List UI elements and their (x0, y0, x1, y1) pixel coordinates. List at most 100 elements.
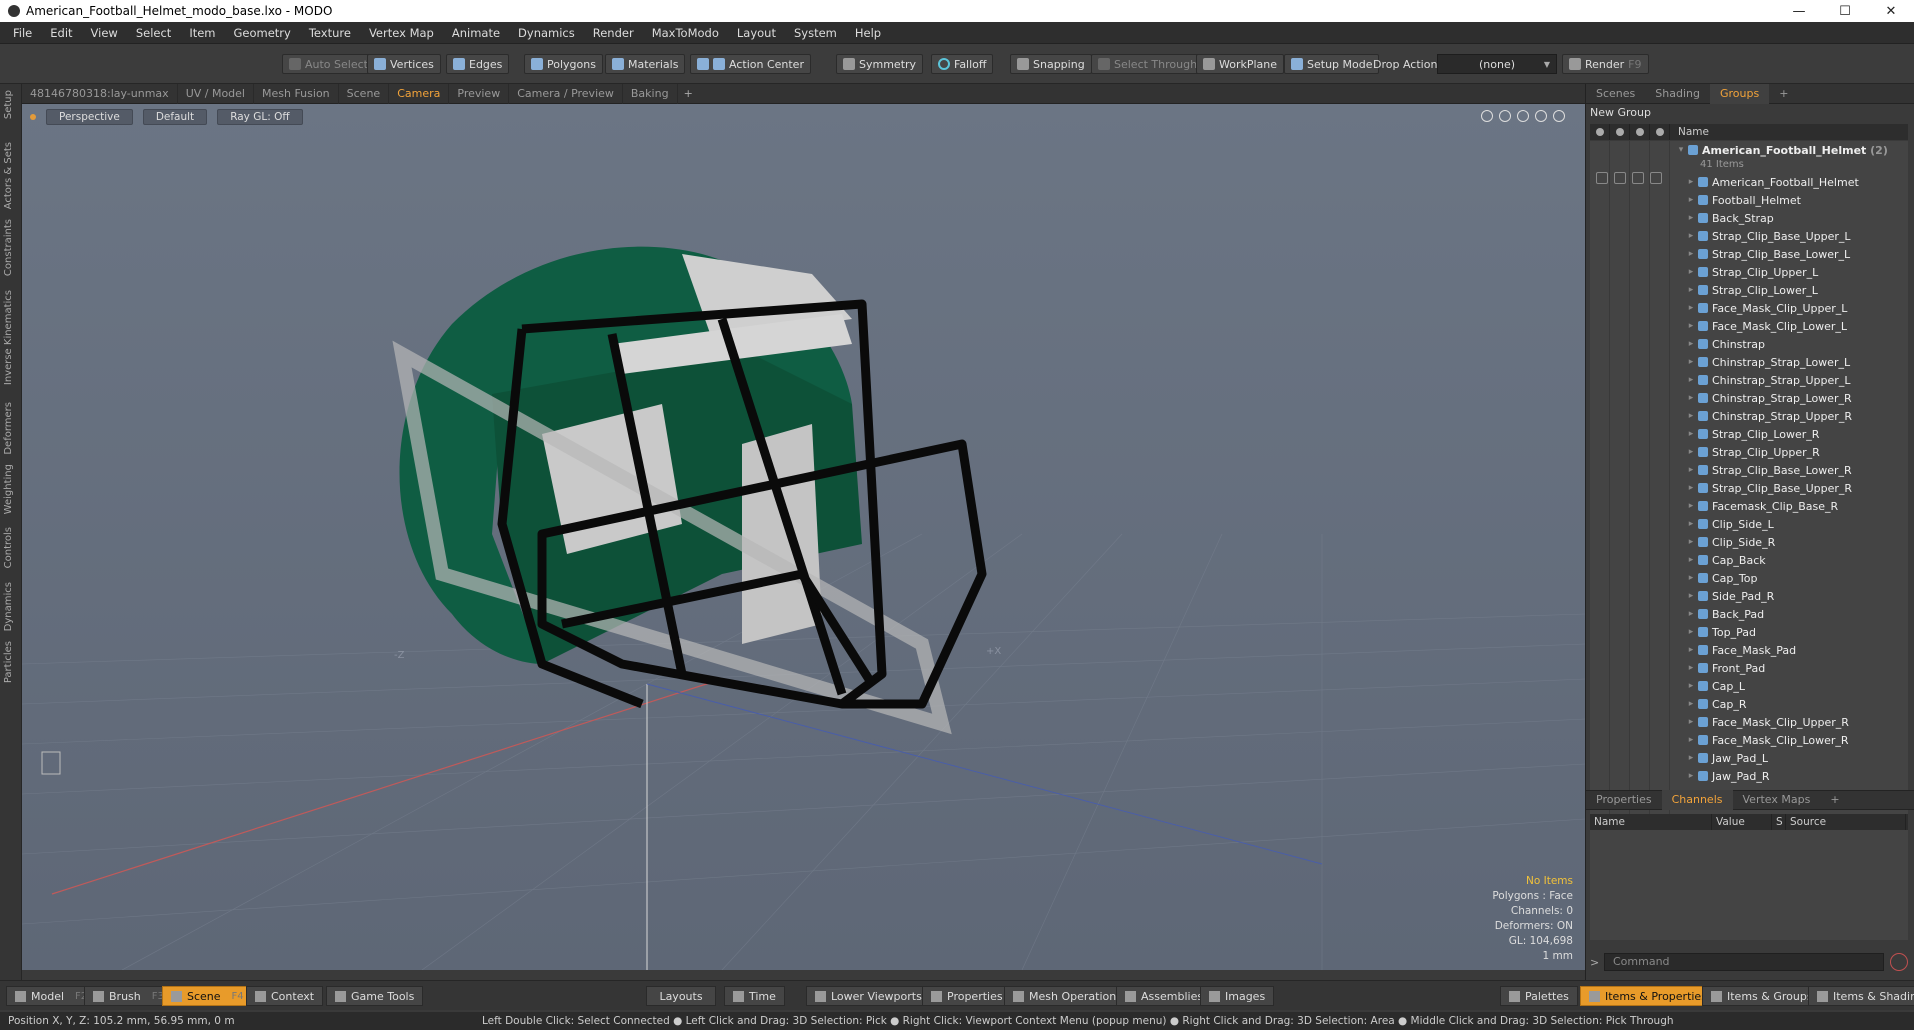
collapse-icon[interactable]: ▾ (1674, 145, 1688, 155)
expand-icon[interactable]: ▸ (1684, 573, 1698, 583)
expand-icon[interactable]: ▸ (1684, 609, 1698, 619)
group-item-row[interactable]: ▸ Chinstrap_Strap_Upper_L (1684, 371, 1851, 389)
group-item-row[interactable]: ▸ American_Football_Helmet (1684, 173, 1859, 191)
add-tab-button[interactable]: + (678, 87, 699, 100)
group-item-row[interactable]: ▸ Strap_Clip_Base_Lower_R (1684, 461, 1852, 479)
group-item-row[interactable]: ▸ Clip_Side_L (1684, 515, 1774, 533)
lock-col[interactable] (1630, 124, 1650, 140)
group-item-row[interactable]: ▸ Facemask_Clip_Base_R (1684, 497, 1838, 515)
snapping-button[interactable]: Snapping (1010, 54, 1092, 74)
tab-groups[interactable]: Groups (1709, 83, 1770, 104)
group-item-row[interactable]: ▸ Face_Mask_Pad (1684, 641, 1796, 659)
tab-properties[interactable]: Properties (1586, 790, 1662, 810)
select-col[interactable] (1650, 124, 1670, 140)
expand-icon[interactable]: ▸ (1684, 555, 1698, 565)
game-tools-button[interactable]: Game Tools (326, 986, 424, 1006)
expand-icon[interactable]: ▸ (1684, 267, 1698, 277)
group-item-row[interactable]: ▸ Face_Mask_Clip_Upper_R (1684, 713, 1849, 731)
expand-icon[interactable]: ▸ (1684, 519, 1698, 529)
zoom-icon[interactable] (1517, 110, 1529, 122)
group-item-row[interactable]: ▸ Chinstrap_Strap_Upper_R (1684, 407, 1852, 425)
items-groups-button[interactable]: Items & Groups (1702, 986, 1822, 1006)
expand-icon[interactable]: ▸ (1684, 231, 1698, 241)
group-item-row[interactable]: ▸ Strap_Clip_Base_Upper_R (1684, 479, 1852, 497)
tab-shading[interactable]: Shading (1645, 84, 1710, 104)
fit-icon[interactable] (1535, 110, 1547, 122)
action-center-button[interactable]: Action Center (690, 54, 811, 74)
group-item-row[interactable]: ▸ Cap_L (1684, 677, 1745, 695)
group-item-row[interactable]: ▸ Jaw_Pad_L (1684, 749, 1768, 767)
tab-inverse-kinematics[interactable]: Inverse Kinematics (3, 290, 14, 385)
group-item-row[interactable]: ▸ Strap_Clip_Upper_L (1684, 263, 1819, 281)
group-item-row[interactable]: ▸ Football_Helmet (1684, 191, 1801, 209)
group-item-row[interactable]: ▸ Face_Mask_Clip_Upper_L (1684, 299, 1848, 317)
menu-file[interactable]: File (4, 26, 41, 40)
maximize-button[interactable]: ☐ (1822, 0, 1868, 22)
group-item-row[interactable]: ▸ Clip_Side_R (1684, 533, 1775, 551)
assemblies-button[interactable]: Assemblies (1116, 986, 1213, 1006)
tab-channels[interactable]: Channels (1661, 790, 1733, 810)
brush-layout-button[interactable]: Brush F3 (84, 986, 173, 1006)
tab-uv-model[interactable]: UV / Model (178, 83, 254, 104)
symmetry-button[interactable]: Symmetry (836, 54, 924, 74)
group-item-row[interactable]: ▸ Strap_Clip_Lower_R (1684, 425, 1820, 443)
menu-help[interactable]: Help (846, 26, 890, 40)
group-item-row[interactable]: ▸ Jaw_Pad_R (1684, 767, 1770, 785)
group-item-row[interactable]: ▸ Cap_Top (1684, 569, 1758, 587)
group-item-row[interactable]: ▸ Strap_Clip_Base_Upper_L (1684, 227, 1851, 245)
tab-scene[interactable]: Scene (339, 83, 390, 104)
3d-viewport[interactable]: Perspective Default Ray GL: Off -Z +X No… (22, 104, 1585, 970)
expand-icon[interactable]: ▸ (1684, 393, 1698, 403)
expand-icon[interactable]: ▸ (1684, 771, 1698, 781)
tab-weighting[interactable]: Weighting (3, 464, 14, 514)
expand-icon[interactable]: ▸ (1684, 357, 1698, 367)
group-item-row[interactable]: ▸ Face_Mask_Clip_Lower_R (1684, 731, 1849, 749)
viewport-settings-icon[interactable] (1553, 110, 1565, 122)
perspective-dropdown[interactable]: Perspective (46, 109, 133, 125)
expand-icon[interactable]: ▸ (1684, 591, 1698, 601)
tab-actors-sets[interactable]: Actors & Sets (3, 142, 14, 209)
render-col[interactable] (1610, 124, 1630, 140)
expand-icon[interactable]: ▸ (1684, 303, 1698, 313)
expand-icon[interactable]: ▸ (1684, 735, 1698, 745)
items-shading-button[interactable]: Items & Shading (1808, 986, 1914, 1006)
pan-icon[interactable] (1481, 110, 1493, 122)
menu-item[interactable]: Item (180, 26, 224, 40)
group-item-row[interactable]: ▸ Strap_Clip_Lower_L (1684, 281, 1818, 299)
auto-select-button[interactable]: Auto Select (282, 54, 375, 74)
polygons-button[interactable]: Polygons (524, 54, 603, 74)
drop-action-select[interactable]: (none) ▼ (1437, 54, 1557, 74)
time-button[interactable]: Time (724, 986, 785, 1006)
root-render-toggle[interactable] (1614, 172, 1626, 184)
expand-icon[interactable]: ▸ (1684, 501, 1698, 511)
raygl-toggle[interactable]: Ray GL: Off (217, 109, 303, 125)
tab-dynamics[interactable]: Dynamics (3, 582, 14, 631)
group-item-row[interactable]: ▸ Strap_Clip_Base_Lower_L (1684, 245, 1850, 263)
expand-icon[interactable]: ▸ (1684, 195, 1698, 205)
menu-animate[interactable]: Animate (443, 26, 509, 40)
setup-mode-button[interactable]: Setup Mode (1284, 54, 1380, 74)
menu-dynamics[interactable]: Dynamics (509, 26, 584, 40)
expand-icon[interactable]: ▸ (1684, 717, 1698, 727)
menu-texture[interactable]: Texture (300, 26, 360, 40)
edges-button[interactable]: Edges (446, 54, 510, 74)
tab-setup[interactable]: Setup (3, 90, 14, 119)
tab-constraints[interactable]: Constraints (3, 219, 14, 276)
channels-value-col[interactable]: Value (1712, 814, 1772, 830)
expand-icon[interactable]: ▸ (1684, 663, 1698, 673)
command-input[interactable]: Command (1604, 953, 1884, 971)
root-select-toggle[interactable] (1650, 172, 1662, 184)
tab-camera-preview[interactable]: Camera / Preview (509, 83, 623, 104)
menu-render[interactable]: Render (584, 26, 643, 40)
tab-scenes[interactable]: Scenes (1586, 84, 1645, 104)
workplane-button[interactable]: WorkPlane (1196, 54, 1285, 74)
expand-icon[interactable]: ▸ (1684, 483, 1698, 493)
name-column-header[interactable]: Name (1670, 126, 1709, 138)
layouts-button[interactable]: Layouts (646, 986, 716, 1006)
visibility-col[interactable] (1590, 124, 1610, 140)
root-lock-toggle[interactable] (1632, 172, 1644, 184)
group-item-row[interactable]: ▸ Top_Pad (1684, 623, 1756, 641)
channels-list[interactable] (1590, 830, 1908, 940)
menu-vertex-map[interactable]: Vertex Map (360, 26, 443, 40)
expand-icon[interactable]: ▸ (1684, 411, 1698, 421)
